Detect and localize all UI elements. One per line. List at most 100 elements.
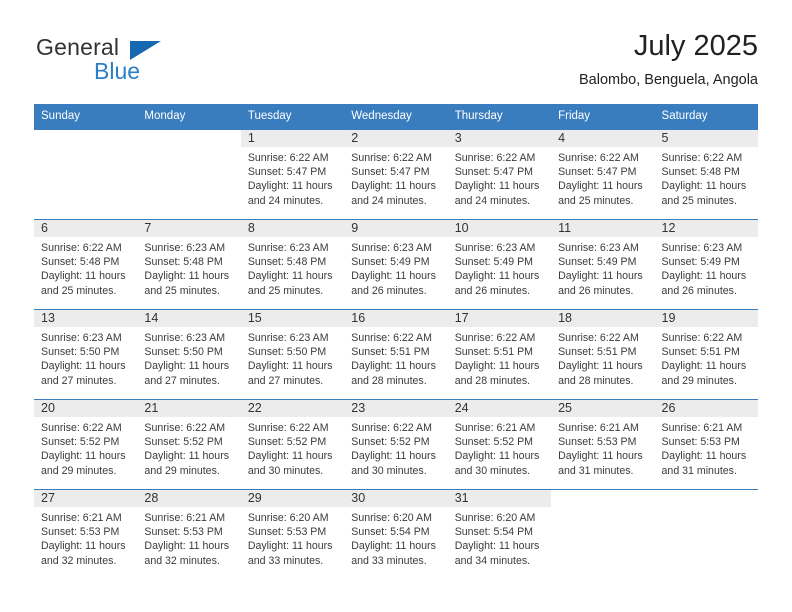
day-details: Sunrise: 6:20 AM Sunset: 5:54 PM Daylight:…	[344, 507, 447, 568]
calendar-day-cell[interactable]: 21 Sunrise: 6:22 AM Sunset: 5:52 PM Dayligh…	[137, 398, 241, 490]
day-cell-content: 4 Sunrise: 6:22 AM Sunset: 5:47 PM Daylight…	[551, 129, 655, 219]
calendar-day-cell[interactable]: 24 Sunrise: 6:21 AM Sunset: 5:52 PM Dayligh…	[447, 398, 552, 490]
day-cell-content: 20 Sunrise: 6:22 AM Sunset: 5:52 PM Dayligh…	[34, 399, 138, 489]
sunrise-time: Sunrise: 6:20 AM	[247, 511, 329, 524]
sunrise-time: Sunrise: 6:22 AM	[454, 331, 536, 344]
day-number: 26	[661, 400, 676, 415]
calendar-day-cell[interactable]: 8 Sunrise: 6:23 AM Sunset: 5:48 PM Daylight…	[240, 218, 345, 310]
calendar-day-cell[interactable]: 26 Sunrise: 6:21 AM Sunset: 5:53 PM Dayligh…	[654, 398, 758, 490]
calendar-body: 1 Sunrise: 6:22 AM Sunset: 5:47 PM Daylight…	[34, 129, 758, 579]
brand-name-general: General	[36, 34, 120, 60]
day-number: 10	[454, 220, 469, 235]
sunrise-time: Sunrise: 6:22 AM	[351, 331, 432, 344]
daylight-duration: Daylight: 11 hours and 31 minutes.	[661, 450, 747, 477]
daylight-duration: Daylight: 11 hours and 29 minutes.	[41, 450, 126, 477]
day-number-strip	[34, 219, 138, 237]
day-number: 1	[247, 130, 255, 145]
day-number: 5	[661, 130, 669, 145]
weekday-header-friday: Friday	[551, 104, 655, 130]
day-details: Sunrise: 6:22 AM Sunset: 5:48 PM Daylight:…	[34, 237, 137, 298]
daylight-duration: Daylight: 11 hours and 26 minutes.	[558, 270, 643, 297]
calendar-day-cell[interactable]: 10 Sunrise: 6:23 AM Sunset: 5:49 PM Dayligh…	[447, 218, 552, 310]
calendar-day-cell[interactable]: 13 Sunrise: 6:23 AM Sunset: 5:50 PM Dayligh…	[34, 308, 138, 400]
calendar-day-cell[interactable]: 28 Sunrise: 6:21 AM Sunset: 5:53 PM Dayligh…	[137, 488, 241, 579]
sunset-time: Sunset: 5:52 PM	[41, 436, 120, 449]
calendar-week-row: 13 Sunrise: 6:23 AM Sunset: 5:50 PM Dayligh…	[34, 308, 758, 400]
day-number-strip	[344, 129, 448, 147]
calendar-day-cell[interactable]: 16 Sunrise: 6:22 AM Sunset: 5:51 PM Dayligh…	[344, 308, 448, 400]
daylight-duration: Daylight: 11 hours and 25 minutes.	[661, 180, 747, 207]
calendar-day-cell[interactable]: 19 Sunrise: 6:22 AM Sunset: 5:51 PM Dayligh…	[654, 308, 758, 400]
sunrise-time: Sunrise: 6:22 AM	[247, 421, 329, 434]
daylight-duration: Daylight: 11 hours and 28 minutes.	[351, 360, 436, 387]
calendar-day-cell[interactable]: 20 Sunrise: 6:22 AM Sunset: 5:52 PM Dayligh…	[34, 398, 138, 490]
day-cell-content: 17 Sunrise: 6:22 AM Sunset: 5:51 PM Dayligh…	[447, 309, 552, 399]
calendar-day-cell[interactable]: 22 Sunrise: 6:22 AM Sunset: 5:52 PM Dayligh…	[240, 398, 345, 490]
calendar-day-cell[interactable]: 17 Sunrise: 6:22 AM Sunset: 5:51 PM Dayligh…	[447, 308, 552, 400]
calendar-day-cell[interactable]: 18 Sunrise: 6:22 AM Sunset: 5:51 PM Dayligh…	[551, 308, 655, 400]
calendar-day-cell[interactable]: 3 Sunrise: 6:22 AM Sunset: 5:47 PM Daylight…	[447, 129, 552, 220]
day-number: 17	[454, 310, 469, 325]
calendar-day-cell[interactable]: 5 Sunrise: 6:22 AM Sunset: 5:48 PM Daylight…	[654, 129, 758, 220]
sunrise-time: Sunrise: 6:22 AM	[351, 151, 432, 164]
sunset-time: Sunset: 5:47 PM	[558, 166, 637, 179]
calendar-day-cell[interactable]: 4 Sunrise: 6:22 AM Sunset: 5:47 PM Daylight…	[551, 129, 655, 220]
day-details: Sunrise: 6:22 AM Sunset: 5:51 PM Daylight:…	[344, 327, 447, 388]
day-number: 28	[144, 490, 159, 505]
day-cell-content: 22 Sunrise: 6:22 AM Sunset: 5:52 PM Dayligh…	[240, 399, 345, 489]
calendar-day-cell	[137, 129, 241, 220]
calendar-day-cell[interactable]: 30 Sunrise: 6:20 AM Sunset: 5:54 PM Dayligh…	[344, 488, 448, 579]
calendar-day-cell[interactable]: 9 Sunrise: 6:23 AM Sunset: 5:49 PM Daylight…	[344, 218, 448, 310]
day-number: 9	[351, 220, 359, 235]
day-cell-content: 7 Sunrise: 6:23 AM Sunset: 5:48 PM Daylight…	[137, 219, 241, 309]
calendar-day-cell[interactable]: 27 Sunrise: 6:21 AM Sunset: 5:53 PM Dayligh…	[34, 488, 138, 579]
brand-logo: General Blue	[34, 30, 234, 92]
weekday-header-wednesday: Wednesday	[344, 104, 448, 130]
day-number: 18	[558, 310, 573, 325]
calendar-day-cell[interactable]: 2 Sunrise: 6:22 AM Sunset: 5:47 PM Daylight…	[344, 129, 448, 220]
day-cell-content: 14 Sunrise: 6:23 AM Sunset: 5:50 PM Dayligh…	[137, 309, 241, 399]
calendar-day-cell[interactable]: 7 Sunrise: 6:23 AM Sunset: 5:48 PM Daylight…	[137, 218, 241, 310]
day-number-strip	[137, 130, 240, 147]
calendar-day-cell[interactable]: 23 Sunrise: 6:22 AM Sunset: 5:52 PM Dayligh…	[344, 398, 448, 490]
day-number: 31	[454, 490, 469, 505]
calendar-day-cell[interactable]: 25 Sunrise: 6:21 AM Sunset: 5:53 PM Dayligh…	[551, 398, 655, 490]
daylight-duration: Daylight: 11 hours and 33 minutes.	[351, 540, 436, 567]
sunset-time: Sunset: 5:49 PM	[454, 256, 534, 269]
day-details: Sunrise: 6:23 AM Sunset: 5:49 PM Daylight:…	[448, 237, 551, 298]
day-number: 12	[661, 220, 676, 235]
calendar-day-cell[interactable]: 14 Sunrise: 6:23 AM Sunset: 5:50 PM Dayligh…	[137, 308, 241, 400]
calendar-table: Sunday Monday Tuesday Wednesday Thursday…	[34, 104, 758, 579]
calendar-day-cell[interactable]: 1 Sunrise: 6:22 AM Sunset: 5:47 PM Daylight…	[240, 129, 345, 220]
day-cell-content: 10 Sunrise: 6:23 AM Sunset: 5:49 PM Dayligh…	[447, 219, 552, 309]
sunset-time: Sunset: 5:52 PM	[454, 436, 534, 449]
daylight-duration: Daylight: 11 hours and 26 minutes.	[661, 270, 747, 297]
day-cell-content: 24 Sunrise: 6:21 AM Sunset: 5:52 PM Dayligh…	[447, 399, 552, 489]
day-details: Sunrise: 6:22 AM Sunset: 5:52 PM Daylight:…	[344, 417, 447, 478]
sunrise-time: Sunrise: 6:23 AM	[247, 241, 329, 254]
calendar-day-cell[interactable]: 15 Sunrise: 6:23 AM Sunset: 5:50 PM Dayligh…	[240, 308, 345, 400]
calendar-day-cell[interactable]: 12 Sunrise: 6:23 AM Sunset: 5:49 PM Dayligh…	[654, 218, 758, 310]
day-details: Sunrise: 6:23 AM Sunset: 5:49 PM Daylight:…	[344, 237, 447, 298]
sunset-time: Sunset: 5:53 PM	[558, 436, 637, 449]
day-details: Sunrise: 6:22 AM Sunset: 5:47 PM Daylight:…	[551, 147, 654, 208]
day-number: 13	[41, 310, 55, 325]
calendar-day-cell	[551, 488, 655, 579]
sunset-time: Sunset: 5:51 PM	[351, 346, 430, 359]
day-number-strip	[344, 219, 448, 237]
weekday-header-tuesday: Tuesday	[240, 104, 345, 130]
day-number: 3	[454, 130, 462, 145]
daylight-duration: Daylight: 11 hours and 33 minutes.	[247, 540, 333, 567]
day-details: Sunrise: 6:20 AM Sunset: 5:54 PM Daylight:…	[448, 507, 551, 568]
calendar-page: General Blue July 2025 Balombo, Benguela…	[0, 0, 792, 612]
calendar-day-cell[interactable]: 11 Sunrise: 6:23 AM Sunset: 5:49 PM Dayligh…	[551, 218, 655, 310]
sunrise-time: Sunrise: 6:22 AM	[558, 331, 639, 344]
day-cell-content: 11 Sunrise: 6:23 AM Sunset: 5:49 PM Dayligh…	[551, 219, 655, 309]
calendar-day-cell[interactable]: 29 Sunrise: 6:20 AM Sunset: 5:53 PM Dayligh…	[240, 488, 345, 579]
calendar-day-cell[interactable]: 31 Sunrise: 6:20 AM Sunset: 5:54 PM Dayligh…	[447, 488, 552, 579]
calendar-day-cell[interactable]: 6 Sunrise: 6:22 AM Sunset: 5:48 PM Daylight…	[34, 218, 138, 310]
sunrise-time: Sunrise: 6:22 AM	[351, 421, 432, 434]
daylight-duration: Daylight: 11 hours and 30 minutes.	[454, 450, 540, 477]
sunrise-time: Sunrise: 6:23 AM	[661, 241, 743, 254]
page-subtitle: Balombo, Benguela, Angola	[579, 72, 758, 89]
